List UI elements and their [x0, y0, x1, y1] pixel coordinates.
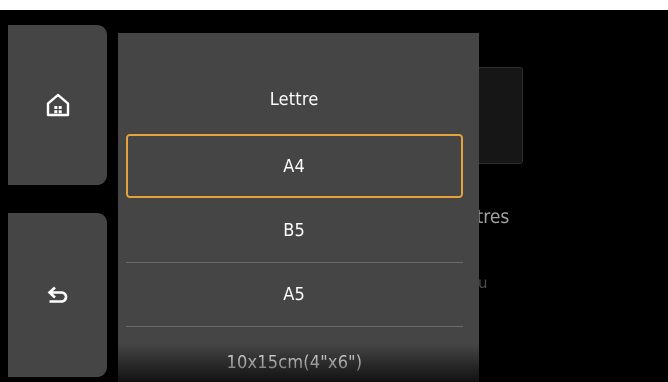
home-button[interactable] — [8, 25, 107, 185]
list-item-10x15cm[interactable]: 10x15cm(4"x6") — [126, 333, 463, 382]
list-divider — [126, 326, 463, 327]
list-divider — [126, 262, 463, 263]
list-item-b5[interactable]: B5 — [126, 201, 463, 259]
list-item-a5[interactable]: A5 — [126, 265, 463, 323]
list-item-label: 10x15cm(4"x6") — [226, 351, 363, 373]
printer-screen: ètres u Lettre A4 B5 A5 10x15cm(4"x6") — [0, 10, 668, 382]
paper-size-list[interactable]: Lettre A4 B5 A5 10x15cm(4"x6") — [118, 33, 479, 382]
back-arrow-icon — [47, 286, 69, 304]
list-item-lettre[interactable]: Lettre — [126, 70, 463, 128]
back-button[interactable] — [8, 213, 107, 377]
background-setting-box — [478, 67, 523, 164]
background-setting-sublabel: u — [478, 274, 488, 292]
list-item-label: A4 — [283, 155, 306, 177]
home-icon — [46, 93, 70, 117]
list-item-label: A5 — [283, 283, 306, 305]
list-item-label: Lettre — [270, 88, 319, 110]
list-item-a4-selected[interactable]: A4 — [126, 134, 463, 198]
list-item-label: B5 — [283, 219, 306, 241]
